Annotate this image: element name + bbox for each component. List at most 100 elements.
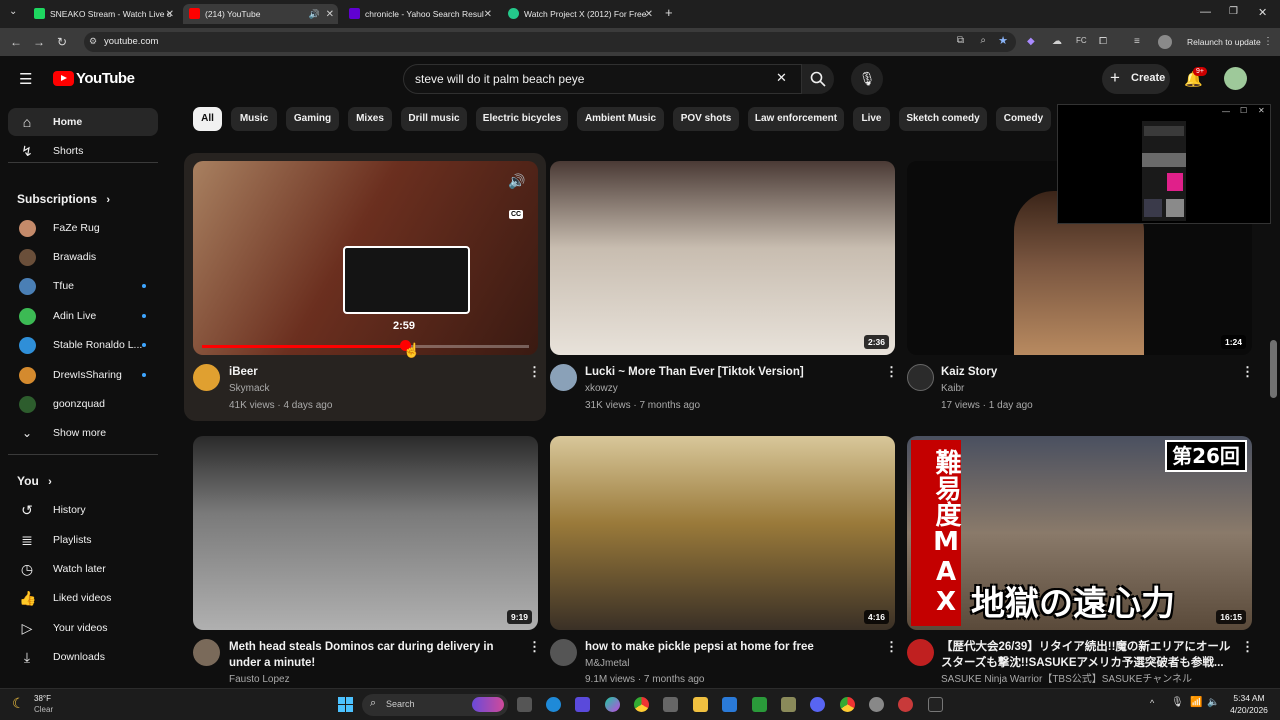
edge-browser-icon[interactable] [546, 697, 561, 712]
chip-pov-shots[interactable]: POV shots [673, 107, 739, 131]
pip-minimize-icon[interactable]: — [1222, 107, 1230, 116]
search-input[interactable]: steve will do it palm beach peye [403, 64, 802, 94]
sidebar-item-liked-videos[interactable]: 👍 Liked videos [8, 584, 158, 612]
extension-text-icon[interactable]: FC [1076, 36, 1087, 45]
file-explorer-icon[interactable] [693, 697, 708, 712]
voice-search-button[interactable]: 🎙 [851, 63, 883, 95]
discord-icon[interactable] [810, 697, 825, 712]
chip-law-enforcement[interactable]: Law enforcement [748, 107, 844, 131]
channel-avatar[interactable] [193, 639, 220, 666]
chip-live[interactable]: Live [853, 107, 890, 131]
search-button[interactable] [802, 64, 834, 94]
extensions-puzzle-icon[interactable]: ⧠ [1099, 36, 1107, 47]
chip-ambient-music[interactable]: Ambient Music [577, 107, 664, 131]
copilot-icon[interactable] [605, 697, 620, 712]
video-channel[interactable]: M&Jmetal [585, 656, 629, 671]
weather-temp[interactable]: 38°F [34, 694, 51, 703]
video-title[interactable]: 【歴代大会26/39】リタイア続出!!魔の新エリアにオールスターズも撃沈!!SA… [941, 639, 1236, 671]
video-thumbnail[interactable]: 4:16 [550, 436, 895, 630]
video-channel[interactable]: Kaibr [941, 381, 964, 396]
sidebar-item-downloads[interactable]: ⤓ Downloads [8, 643, 158, 671]
address-bar[interactable]: ⚙ youtube.com ⧉ ⌕ ★ [84, 32, 1016, 52]
sidebar-item-shorts[interactable]: ↯ Shorts [8, 137, 158, 165]
sidebar-item-stable-ronaldo[interactable]: Stable Ronaldo L... [8, 331, 158, 359]
sidebar-item-drewissharing[interactable]: DrewIsSharing [8, 361, 158, 389]
bookmark-star-icon[interactable]: ★ [998, 34, 1008, 47]
app-c-icon[interactable] [722, 697, 737, 712]
more-actions-icon[interactable]: ⋮ [1241, 639, 1254, 655]
clock-time[interactable]: 5:34 AM [1226, 693, 1272, 703]
sidebar-item-adin-live[interactable]: Adin Live [8, 302, 158, 330]
settings-gear-icon[interactable] [869, 697, 884, 712]
channel-avatar[interactable] [550, 364, 577, 391]
app-icon[interactable] [781, 697, 796, 712]
windows-start-icon[interactable] [338, 697, 353, 712]
mute-icon[interactable]: 🔊 [508, 173, 525, 190]
volume-icon[interactable]: 🔈 [1207, 697, 1219, 708]
close-tab-icon[interactable]: ✕ [645, 9, 653, 20]
subscriptions-heading[interactable]: Subscriptions › [17, 192, 110, 206]
chip-music[interactable]: Music [231, 107, 277, 131]
zoom-icon[interactable]: ⌕ [980, 35, 986, 46]
channel-avatar[interactable] [907, 364, 934, 391]
more-actions-icon[interactable]: ⋮ [528, 364, 541, 380]
notifications-button[interactable]: 🔔 9+ [1184, 67, 1207, 89]
chrome-active-icon[interactable] [840, 697, 855, 712]
chip-sketch-comedy[interactable]: Sketch comedy [899, 107, 987, 131]
tab-sneako[interactable]: SNEAKO Stream - Watch Live o ✕ [28, 4, 178, 24]
tray-overflow-icon[interactable]: ^ [1150, 698, 1154, 708]
taskbar-search-box[interactable]: ⌕ Search [362, 694, 508, 716]
you-heading[interactable]: You › [17, 474, 52, 488]
back-icon[interactable]: ← [10, 35, 22, 49]
forward-icon[interactable]: → [33, 35, 45, 49]
more-actions-icon[interactable]: ⋮ [885, 364, 898, 380]
sidebar-item-watch-later[interactable]: ◷ Watch later [8, 555, 158, 583]
chip-mixes[interactable]: Mixes [348, 107, 392, 131]
chip-gaming[interactable]: Gaming [286, 107, 339, 131]
video-thumbnail[interactable]: 2:59 🔊 CC [193, 161, 538, 355]
chrome-icon[interactable] [634, 697, 649, 712]
channel-avatar[interactable] [907, 639, 934, 666]
video-channel[interactable]: xkowzy [585, 381, 618, 396]
restore-window-icon[interactable]: ❐ [1229, 6, 1238, 17]
chip-drill-music[interactable]: Drill music [401, 107, 467, 131]
relaunch-button[interactable]: Relaunch to update [1187, 37, 1261, 47]
profile-avatar[interactable] [1158, 35, 1172, 49]
video-title[interactable]: Kaiz Story [941, 364, 1231, 380]
sidebar-item-home[interactable]: ⌂ Home [8, 108, 158, 136]
video-thumbnail[interactable]: 難易度MAX 第26回 地獄の遠心力 16:15 [907, 436, 1252, 630]
sidebar-item-your-videos[interactable]: ▷ Your videos [8, 614, 158, 642]
minimize-window-icon[interactable]: — [1200, 6, 1211, 18]
channel-avatar[interactable] [193, 364, 220, 391]
wifi-icon[interactable]: 📶 [1190, 697, 1202, 708]
microphone-tray-icon[interactable]: 🎙 [1171, 697, 1184, 708]
browser-menu-icon[interactable]: ⋮ [1263, 36, 1273, 47]
account-avatar[interactable] [1224, 67, 1247, 90]
tab-list-icon[interactable]: ⌄ [9, 6, 17, 17]
extension-cloud-icon[interactable]: ☁ [1052, 36, 1062, 47]
page-scrollbar-thumb[interactable] [1270, 340, 1277, 398]
chip-all[interactable]: All [193, 107, 222, 131]
hamburger-menu-icon[interactable]: ☰ [19, 70, 32, 88]
close-window-icon[interactable]: ✕ [1258, 6, 1267, 19]
video-title[interactable]: iBeer [229, 364, 519, 380]
epic-games-icon[interactable] [928, 697, 943, 712]
site-info-icon[interactable]: ⚙ [89, 36, 97, 47]
pip-close-icon[interactable]: ✕ [1258, 106, 1265, 115]
store-icon[interactable] [663, 697, 678, 712]
sidebar-item-brawadis[interactable]: Brawadis [8, 243, 158, 271]
new-tab-icon[interactable]: + [665, 5, 673, 20]
video-title[interactable]: Meth head steals Dominos car during deli… [229, 639, 521, 671]
app-red-icon[interactable] [898, 697, 913, 712]
task-view-icon[interactable] [517, 697, 532, 712]
sidebar-item-playlists[interactable]: ≣ Playlists [8, 526, 158, 554]
weather-moon-icon[interactable]: ☾ [12, 695, 25, 712]
sidebar-item-history[interactable]: ↺ History [8, 496, 158, 524]
channel-avatar[interactable] [550, 639, 577, 666]
open-in-app-icon[interactable]: ⧉ [957, 35, 964, 46]
close-tab-icon[interactable]: ✕ [166, 9, 174, 20]
extension-icon[interactable]: ◆ [1027, 36, 1035, 47]
video-channel[interactable]: Fausto Lopez [229, 672, 290, 687]
pip-maximize-icon[interactable]: ☐ [1240, 106, 1247, 115]
audio-playing-icon[interactable]: 🔊 [309, 9, 320, 20]
